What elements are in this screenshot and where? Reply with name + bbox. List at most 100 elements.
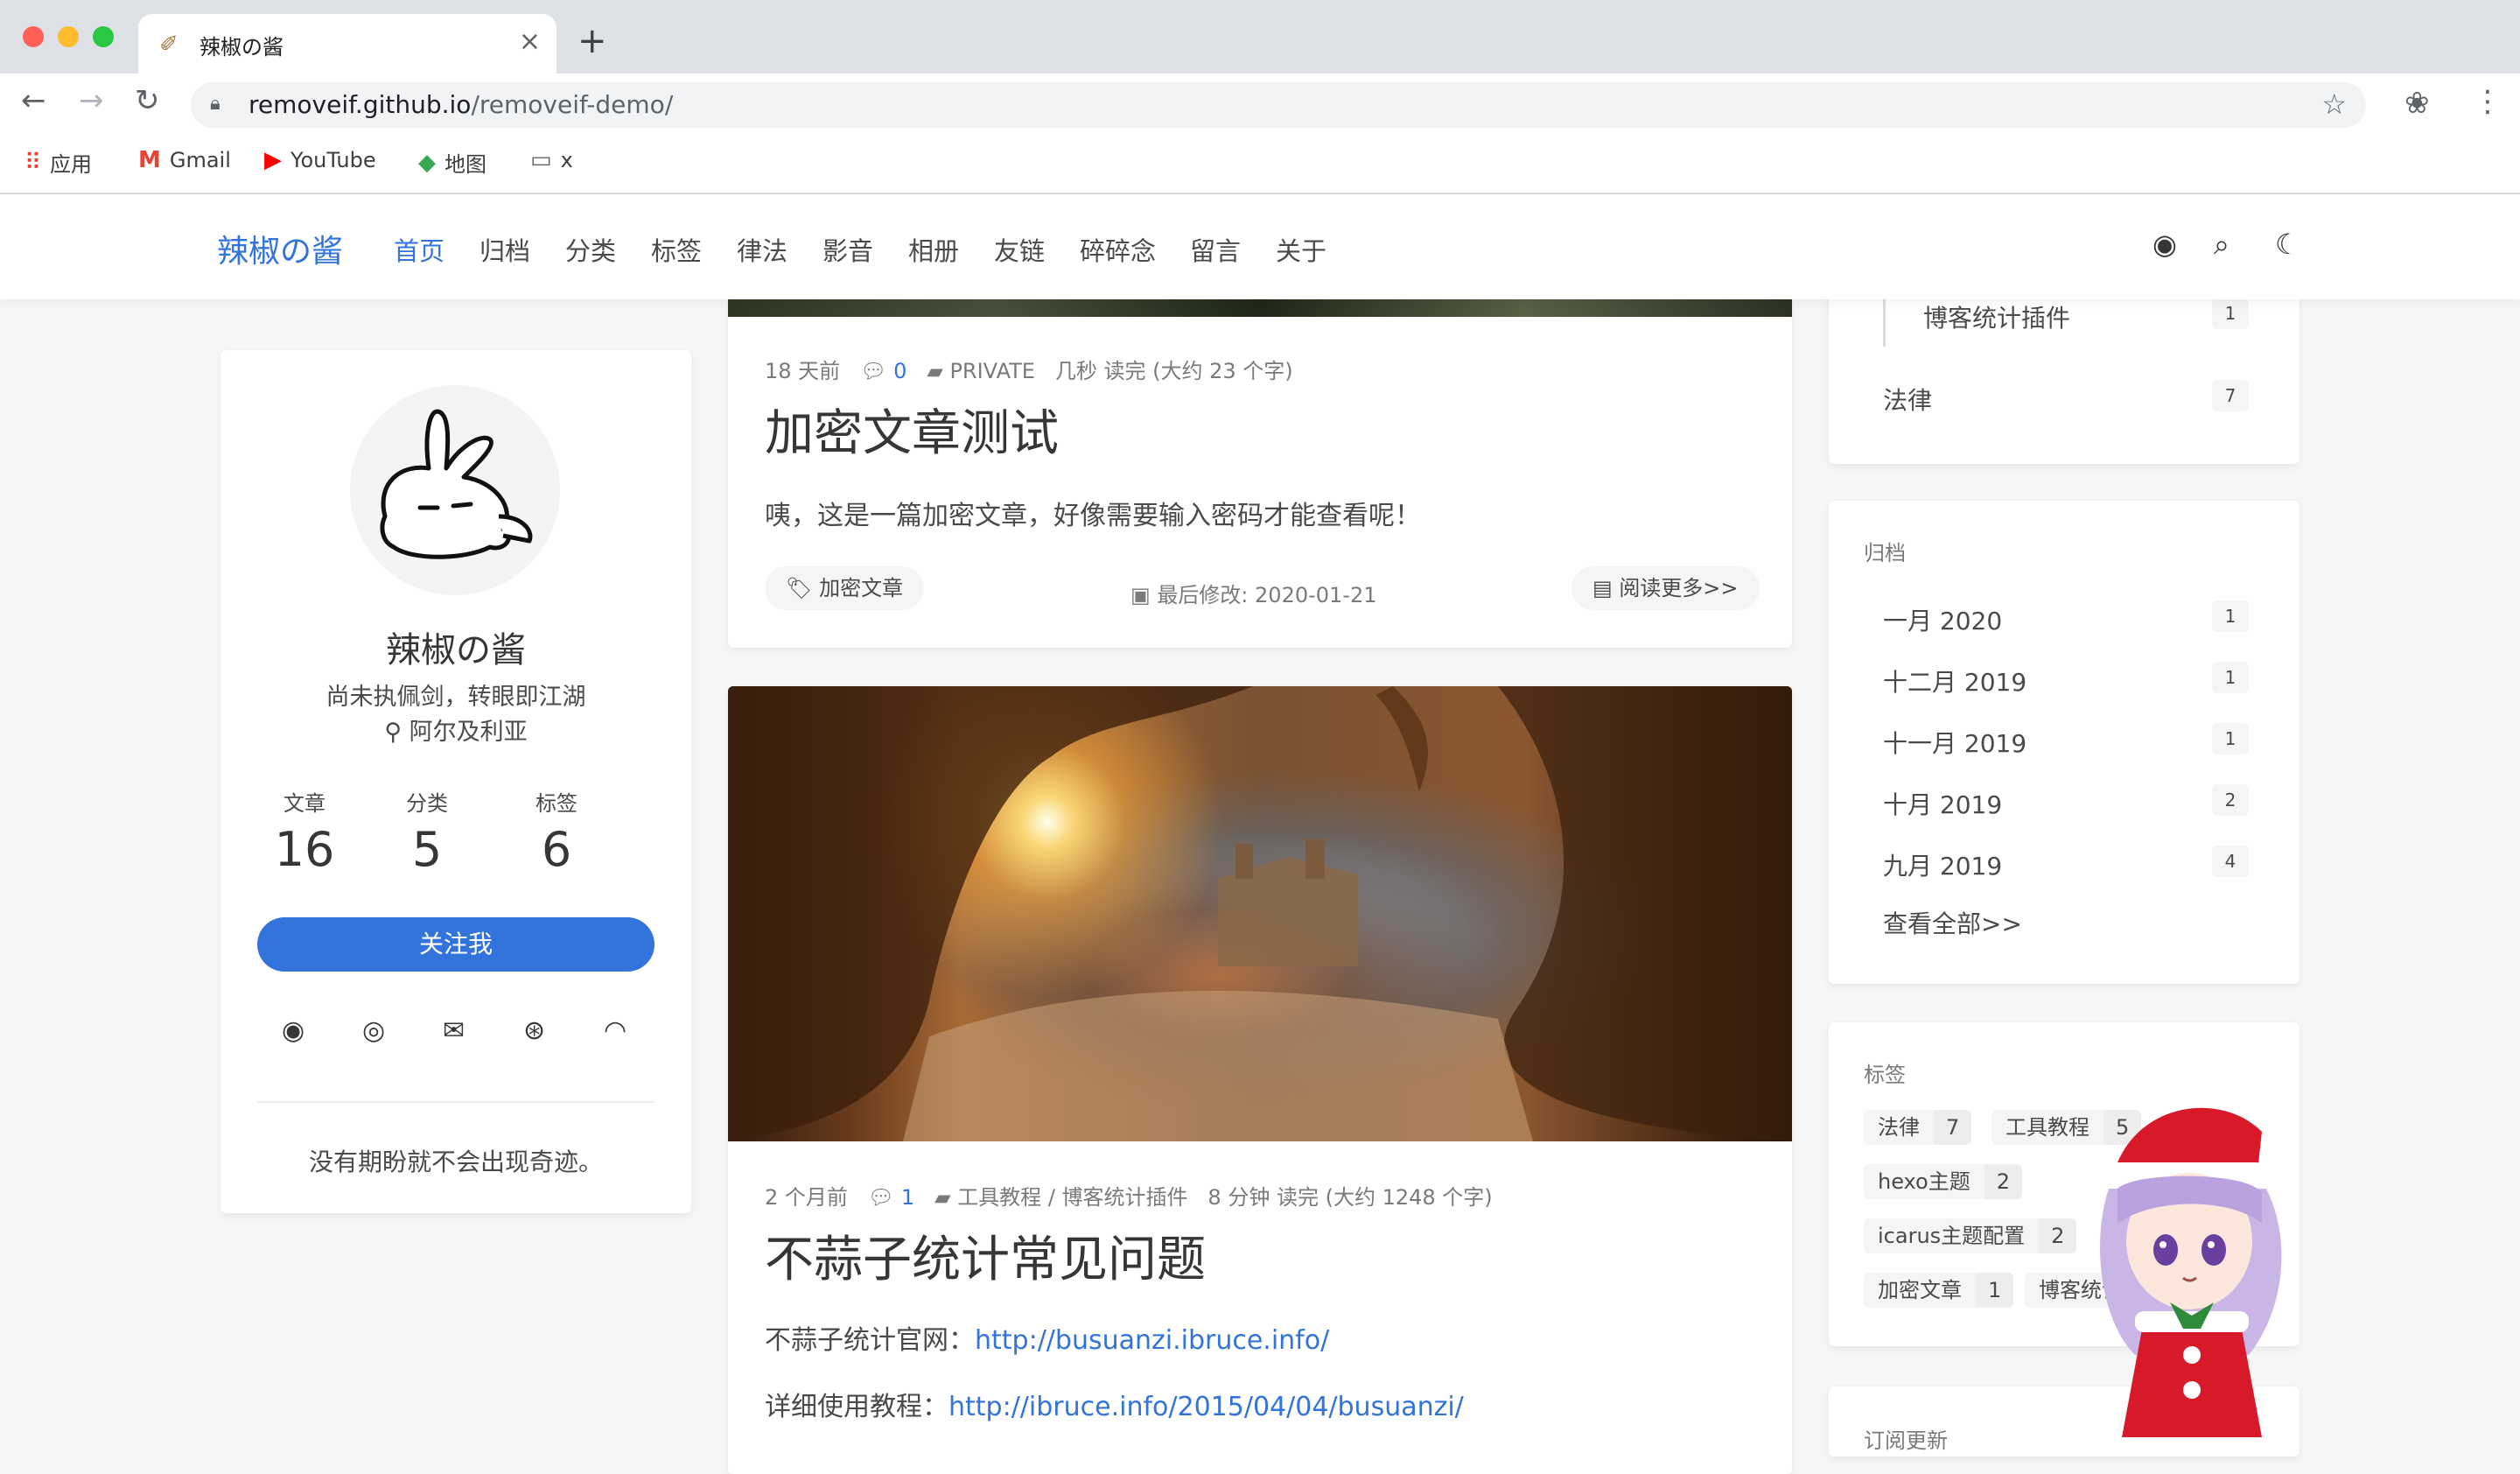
post-excerpt: 咦，这是一篇加密文章，好像需要输入密码才能查看呢！ <box>765 501 1421 531</box>
category-item[interactable]: 博客统计插件 <box>1923 299 2070 334</box>
bookmark-star-icon[interactable]: ☆ <box>2321 88 2347 121</box>
tag-pill[interactable]: hexo主题 2 <box>1864 1164 2022 1199</box>
bookmark-apps[interactable]: ⠿ 应用 <box>24 147 92 178</box>
nav-friends[interactable]: 友链 <box>994 231 1045 268</box>
close-tab-icon[interactable]: × <box>519 26 541 57</box>
post-cover-image[interactable] <box>728 686 1792 1141</box>
bookmark-youtube[interactable]: ▶ YouTube <box>264 147 376 173</box>
email-icon[interactable]: ✉ <box>443 1015 465 1046</box>
profile-location: ⚲ 阿尔及利亚 <box>384 719 528 746</box>
rabbit-avatar-icon <box>380 409 533 559</box>
dribbble-icon[interactable]: ⊛ <box>523 1015 545 1046</box>
archive-item[interactable]: 十一月 2019 <box>1883 725 2026 760</box>
stat-tags[interactable]: 标签 6 <box>504 786 609 877</box>
reload-icon[interactable]: ↻ <box>135 83 160 118</box>
bookmark-maps[interactable]: ◆ 地图 <box>418 147 486 178</box>
tutorial-link[interactable]: http://ibruce.info/2015/04/04/busuanzi/ <box>948 1392 1464 1422</box>
map-marker-icon: ⚲ <box>384 719 410 746</box>
archive-item[interactable]: 一月 2020 <box>1883 602 2002 637</box>
tags-heading: 标签 <box>1864 1063 1906 1087</box>
close-window-button[interactable] <box>23 26 44 47</box>
tab-title: 辣椒の酱 <box>200 35 284 60</box>
archive-item[interactable]: 十月 2019 <box>1883 786 2002 821</box>
category-count: 1 <box>2212 298 2249 329</box>
archive-count: 2 <box>2212 784 2249 816</box>
apps-grid-icon: ⠿ <box>24 149 42 176</box>
minimize-window-button[interactable] <box>58 26 79 47</box>
archive-item[interactable]: 九月 2019 <box>1883 847 2002 882</box>
weibo-icon[interactable]: ◎ <box>362 1015 385 1046</box>
stat-posts[interactable]: 文章 16 <box>252 786 357 877</box>
archive-count: 1 <box>2212 600 2249 632</box>
tag-pill[interactable]: icarus主题配置 2 <box>1864 1218 2077 1253</box>
search-icon[interactable]: ⌕ <box>2214 228 2230 262</box>
archive-count: 1 <box>2212 662 2249 693</box>
folder-icon: ▰ <box>934 1185 951 1210</box>
folder-icon: ▭ <box>530 147 552 173</box>
maximize-window-button[interactable] <box>93 26 114 47</box>
bookmark-gmail[interactable]: M Gmail <box>138 147 231 173</box>
browser-menu-icon[interactable]: ⋮ <box>2473 84 2502 119</box>
site-brand[interactable]: 辣椒の酱 <box>217 226 343 271</box>
site-navbar: 辣椒の酱 首页 归档 分类 标签 律法 影音 相册 友链 碎碎念 留言 关于 ◉… <box>0 194 2520 299</box>
nav-guestbook[interactable]: 留言 <box>1190 231 1241 268</box>
post-card: 18 天前 💬︎ 0 ▰ PRIVATE 几秒 读完 (大约 23 个字) 加密… <box>728 299 1792 648</box>
folder-icon: ▰ <box>927 359 943 383</box>
nav-law[interactable]: 律法 <box>737 231 788 268</box>
new-tab-icon[interactable]: + <box>578 21 607 61</box>
youtube-icon: ▶ <box>264 147 282 173</box>
browser-tab[interactable]: ✐ 辣椒の酱 × <box>138 14 556 74</box>
tag-pill[interactable]: 加密文章 1 <box>1864 1273 2014 1308</box>
nav-about[interactable]: 关于 <box>1276 231 1326 268</box>
favicon-icon: ✐ <box>159 32 178 58</box>
post-meta: 18 天前 💬︎ 0 ▰ PRIVATE 几秒 读完 (大约 23 个字) <box>765 359 1293 383</box>
github-icon[interactable]: ◉ <box>2152 228 2177 261</box>
post-tag[interactable]: 🏷︎ 加密文章 <box>765 566 925 610</box>
post-title[interactable]: 加密文章测试 <box>765 394 1059 465</box>
bookmark-folder-x[interactable]: ▭ x <box>530 147 573 173</box>
maps-icon: ◆ <box>418 149 436 176</box>
busuanzi-link[interactable]: http://busuanzi.ibruce.info/ <box>975 1325 1329 1356</box>
archive-view-all-link[interactable]: 查看全部>> <box>1883 905 2022 940</box>
profile-divider <box>257 1101 654 1103</box>
profile-card: 辣椒の酱 尚未执佩剑，转眼即江湖 ⚲ 阿尔及利亚 文章 16 分类 5 标签 6… <box>220 350 691 1213</box>
archive-card: 归档 一月 2020 1 十二月 2019 1 十一月 2019 1 十月 20… <box>1829 501 2300 984</box>
comment-icon: 💬︎ <box>867 1185 895 1210</box>
tag-pill[interactable]: 法律 7 <box>1864 1110 1972 1145</box>
archive-count: 1 <box>2212 723 2249 755</box>
comment-icon: 💬︎ <box>860 359 887 383</box>
nav-media[interactable]: 影音 <box>822 231 873 268</box>
calendar-icon: ▣ <box>1130 583 1158 607</box>
follow-button[interactable]: 关注我 <box>257 917 654 972</box>
nav-murmurs[interactable]: 碎碎念 <box>1080 231 1156 268</box>
back-icon[interactable]: ← <box>21 83 46 118</box>
subscribe-heading: 订阅更新 <box>1864 1428 1948 1453</box>
book-icon: ▤ <box>1592 576 1620 600</box>
category-item[interactable]: 法律 <box>1883 382 1932 417</box>
nav-home[interactable]: 首页 <box>394 231 444 268</box>
rss-icon[interactable]: ◠ <box>604 1015 626 1046</box>
post-modified: ▣ 最后修改: 2020-01-21 <box>1130 583 1377 607</box>
address-bar[interactable]: 🔒︎ removeif.github.io/removeif-demo/ ☆ <box>191 82 2366 128</box>
live2d-mascot[interactable] <box>2082 1092 2301 1437</box>
post-title[interactable]: 不蒜子统计常见问题 <box>765 1220 1206 1291</box>
nav-album[interactable]: 相册 <box>908 231 959 268</box>
landscape-photo <box>728 686 1792 1141</box>
github-icon[interactable]: ◉ <box>282 1015 304 1046</box>
dark-mode-moon-icon[interactable]: ☾ <box>2275 228 2300 261</box>
profile-motto: 尚未执佩剑，转眼即江湖 <box>326 684 586 711</box>
nav-archive[interactable]: 归档 <box>480 231 530 268</box>
archive-item[interactable]: 十二月 2019 <box>1883 663 2026 698</box>
nav-categories[interactable]: 分类 <box>565 231 616 268</box>
avatar <box>350 385 560 595</box>
extension-rabbit-icon[interactable]: ❀ <box>2404 86 2430 121</box>
nav-tags[interactable]: 标签 <box>651 231 702 268</box>
read-more-button[interactable]: ▤ 阅读更多>> <box>1572 566 1760 610</box>
stat-categories[interactable]: 分类 5 <box>374 786 480 877</box>
forward-icon[interactable]: → <box>79 83 104 118</box>
tag-icon: 🏷︎ <box>786 576 820 600</box>
post-meta: 2 个月前 💬︎ 1 ▰ 工具教程 / 博客统计插件 8 分钟 读完 (大约 1… <box>765 1185 1493 1210</box>
category-count: 7 <box>2212 380 2249 411</box>
archive-heading: 归档 <box>1864 541 1906 565</box>
post-cover-image[interactable] <box>728 299 1792 317</box>
